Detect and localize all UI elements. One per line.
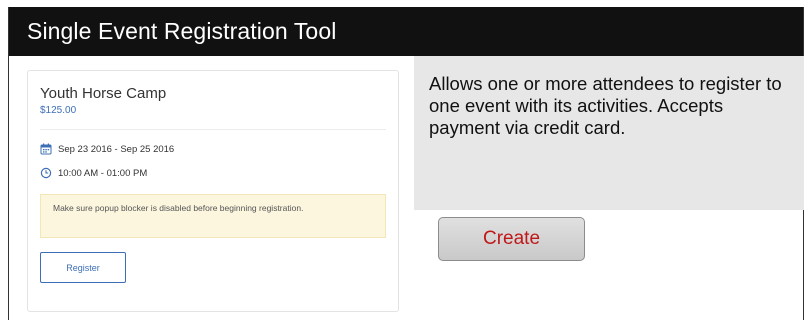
clock-icon <box>40 167 52 179</box>
calendar-icon <box>40 143 52 155</box>
event-time: 10:00 AM - 01:00 PM <box>58 167 148 179</box>
preview-column: Youth Horse Camp $125.00 Sep 23 2016 - S… <box>9 56 414 320</box>
event-time-row: 10:00 AM - 01:00 PM <box>40 166 386 180</box>
tool-frame: Single Event Registration Tool Youth Hor… <box>8 7 804 320</box>
event-price: $125.00 <box>40 105 77 116</box>
event-dates-row: Sep 23 2016 - Sep 25 2016 <box>40 142 386 156</box>
event-dates: Sep 23 2016 - Sep 25 2016 <box>58 143 175 155</box>
event-title: Youth Horse Camp <box>40 85 167 102</box>
info-column: Allows one or more attendees to register… <box>414 56 804 320</box>
card-divider <box>40 129 386 130</box>
tool-description: Allows one or more attendees to register… <box>414 56 804 210</box>
create-button[interactable]: Create <box>438 217 585 261</box>
register-button[interactable]: Register <box>40 252 126 283</box>
page-title: Single Event Registration Tool <box>9 7 803 56</box>
event-card: Youth Horse Camp $125.00 Sep 23 2016 - S… <box>27 70 399 312</box>
popup-blocker-notice: Make sure popup blocker is disabled befo… <box>40 194 386 238</box>
